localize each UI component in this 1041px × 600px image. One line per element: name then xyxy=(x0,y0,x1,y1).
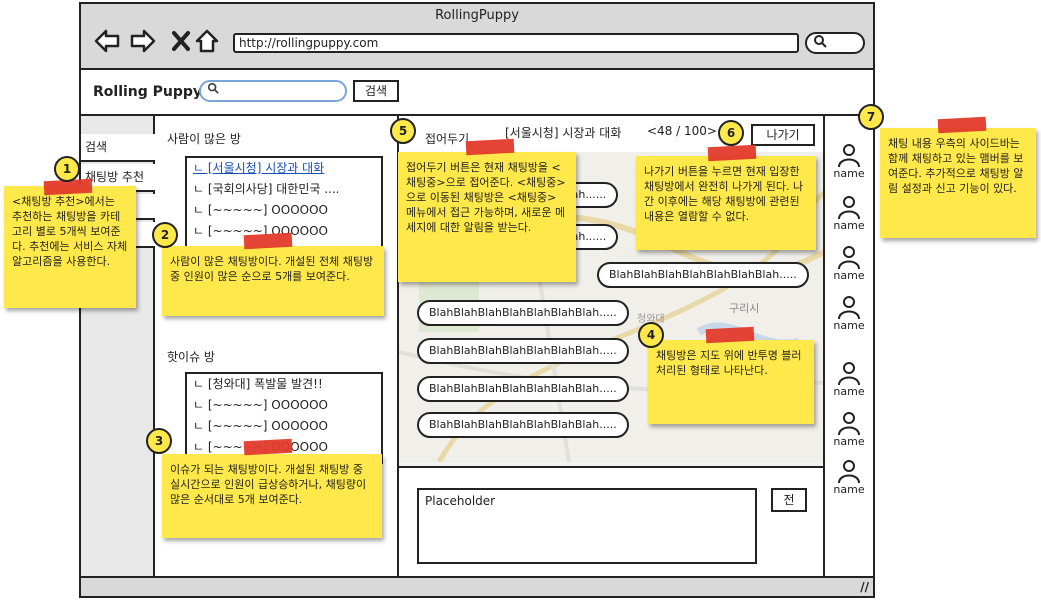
browser-titlebar: RollingPuppy http://rollingpuppy.com xyxy=(81,4,873,70)
note-badge: 1 xyxy=(54,156,80,182)
note-text: 채팅 내용 우측의 사이드바는 함께 채팅하고 있는 맴버를 보여준다. 추가적… xyxy=(888,137,1024,195)
list-item[interactable]: ㄴ [국회의사당] 대한민국 .... xyxy=(187,179,381,200)
browser-search-field[interactable] xyxy=(805,32,865,54)
search-icon xyxy=(207,82,219,94)
user-icon xyxy=(838,460,860,484)
fold-button[interactable]: 접어두기 xyxy=(425,130,469,147)
url-bar[interactable]: http://rollingpuppy.com xyxy=(233,33,799,53)
home-icon[interactable] xyxy=(193,28,221,54)
room-title: [서울시청] 시장과 대화 xyxy=(505,126,622,140)
member-item[interactable]: name xyxy=(825,360,873,398)
hot-rooms-title: 핫이슈 방 xyxy=(167,350,215,364)
list-item[interactable]: ㄴ [서울시청] 시장과 대화 xyxy=(187,158,381,179)
list-item[interactable]: ㄴ [~~~~~] OOOOOO xyxy=(187,416,381,437)
note-badge: 2 xyxy=(152,222,178,248)
send-button[interactable]: 전 xyxy=(771,488,807,512)
member-name: name xyxy=(833,167,865,180)
tape-decoration xyxy=(707,144,757,162)
member-item[interactable]: name xyxy=(825,458,873,496)
chat-bubble: BlahBlahBlahBlahBlahBlahBlah..... xyxy=(597,262,809,288)
user-icon xyxy=(838,412,860,436)
member-name: name xyxy=(833,269,865,282)
nav-tab-search[interactable]: 검색 xyxy=(81,134,155,162)
note-text: <채팅방 추천>에서는 추천하는 채팅방을 카테고리 별로 5개씩 보여준다. … xyxy=(12,195,128,268)
chat-bubble: BlahBlahBlahBlahBlahBlahBlah..... xyxy=(417,300,629,326)
member-name: name xyxy=(833,435,865,448)
window-title: RollingPuppy xyxy=(435,8,519,23)
note-badge: 4 xyxy=(638,322,664,348)
status-bar: // xyxy=(81,576,873,596)
note-text: 접어두기 버튼은 현재 채팅방을 <채팅중>으로 접어준다. <채팅중>으로 이… xyxy=(406,161,566,234)
member-sidebar: name name name name name name name xyxy=(825,116,873,576)
chat-bubble: BlahBlahBlahBlahBlahBlahBlah..... xyxy=(417,376,629,402)
member-name: name xyxy=(833,319,865,332)
annotation-note-2: 사람이 많은 채팅방이다. 개설된 전체 채팅방 중 인원이 많은 순으로 5개… xyxy=(162,246,384,316)
forward-arrow-icon[interactable] xyxy=(129,28,157,54)
note-text: 이슈가 되는 채팅방이다. 개설된 채팅방 중 실시간으로 인원이 급상승하거나… xyxy=(170,463,367,506)
back-arrow-icon[interactable] xyxy=(93,28,121,54)
user-icon xyxy=(838,196,860,220)
left-nav: 검색 채팅방 추천 xyxy=(81,116,155,576)
list-item[interactable]: ㄴ [청와대] 폭발물 발견!! xyxy=(187,374,381,395)
note-badge: 6 xyxy=(718,120,744,146)
user-icon xyxy=(838,296,860,320)
note-badge: 5 xyxy=(390,118,416,144)
close-icon[interactable] xyxy=(167,28,195,54)
annotation-note-6: 나가기 버튼을 누르면 현재 입장한 채팅방에서 완전히 나가게 된다. 나간 … xyxy=(636,156,816,250)
brand-logo: Rolling Puppy xyxy=(93,84,203,100)
chat-input[interactable]: Placeholder xyxy=(417,488,757,564)
search-icon xyxy=(814,35,827,48)
list-item[interactable]: ㄴ [~~~~~] OOOOOO xyxy=(187,395,381,416)
member-name: name xyxy=(833,483,865,496)
map-label: 구리시 xyxy=(729,302,760,315)
app-header: Rolling Puppy 검색 xyxy=(81,70,873,116)
member-item[interactable]: name xyxy=(825,294,873,332)
member-item[interactable]: name xyxy=(825,244,873,282)
leave-button[interactable]: 나가기 xyxy=(751,124,815,146)
tape-decoration xyxy=(705,326,755,344)
annotation-note-5: 접어두기 버튼은 현재 채팅방을 <채팅중>으로 접어준다. <채팅중>으로 이… xyxy=(398,152,576,282)
note-badge: 7 xyxy=(858,104,884,130)
member-name: name xyxy=(833,385,865,398)
search-input[interactable] xyxy=(199,80,347,102)
tape-decoration xyxy=(465,138,515,156)
room-link[interactable]: ㄴ [서울시청] 시장과 대화 xyxy=(193,161,324,175)
note-text: 사람이 많은 채팅방이다. 개설된 전체 채팅방 중 인원이 많은 순으로 5개… xyxy=(170,255,374,283)
member-item[interactable]: name xyxy=(825,410,873,448)
chat-header: 접어두기 [서울시청] 시장과 대화 <48 / 100> 나가기 xyxy=(399,116,823,152)
note-badge: 3 xyxy=(146,428,172,454)
note-text: 채팅방은 지도 위에 반투명 블러 처리된 형태로 나타난다. xyxy=(656,349,802,377)
annotation-note-7: 채팅 내용 우측의 사이드바는 함께 채팅하고 있는 맴버를 보여준다. 추가적… xyxy=(880,128,1036,238)
chat-bubble: BlahBlahBlahBlahBlahBlahBlah..... xyxy=(417,412,629,438)
annotation-note-4: 채팅방은 지도 위에 반투명 블러 처리된 형태로 나타난다. xyxy=(648,340,814,424)
member-name: name xyxy=(833,219,865,232)
list-item[interactable]: ㄴ [~~~~~] OOOOOO xyxy=(187,200,381,221)
chat-bubble: BlahBlahBlahBlahBlahBlahBlah..... xyxy=(417,338,629,364)
user-icon xyxy=(838,144,860,168)
tape-decoration xyxy=(937,116,987,134)
tape-decoration xyxy=(243,438,293,456)
user-icon xyxy=(838,362,860,386)
annotation-note-3: 이슈가 되는 채팅방이다. 개설된 채팅방 중 실시간으로 인원이 급상승하거나… xyxy=(162,454,382,538)
member-count: <48 / 100> xyxy=(647,124,717,138)
member-item[interactable]: name xyxy=(825,194,873,232)
annotation-note-1: <채팅방 추천>에서는 추천하는 채팅방을 카테고리 별로 5개씩 보여준다. … xyxy=(4,186,136,308)
note-text: 나가기 버튼을 누르면 현재 입장한 채팅방에서 완전히 나가게 된다. 나간 … xyxy=(644,165,804,223)
chat-composer: Placeholder 전 xyxy=(399,466,823,576)
tape-decoration xyxy=(243,232,293,250)
member-item[interactable]: name xyxy=(825,142,873,180)
resize-handle-icon[interactable]: // xyxy=(860,580,869,594)
user-icon xyxy=(838,246,860,270)
search-button[interactable]: 검색 xyxy=(353,80,399,102)
popular-rooms-title: 사람이 많은 방 xyxy=(167,132,241,146)
